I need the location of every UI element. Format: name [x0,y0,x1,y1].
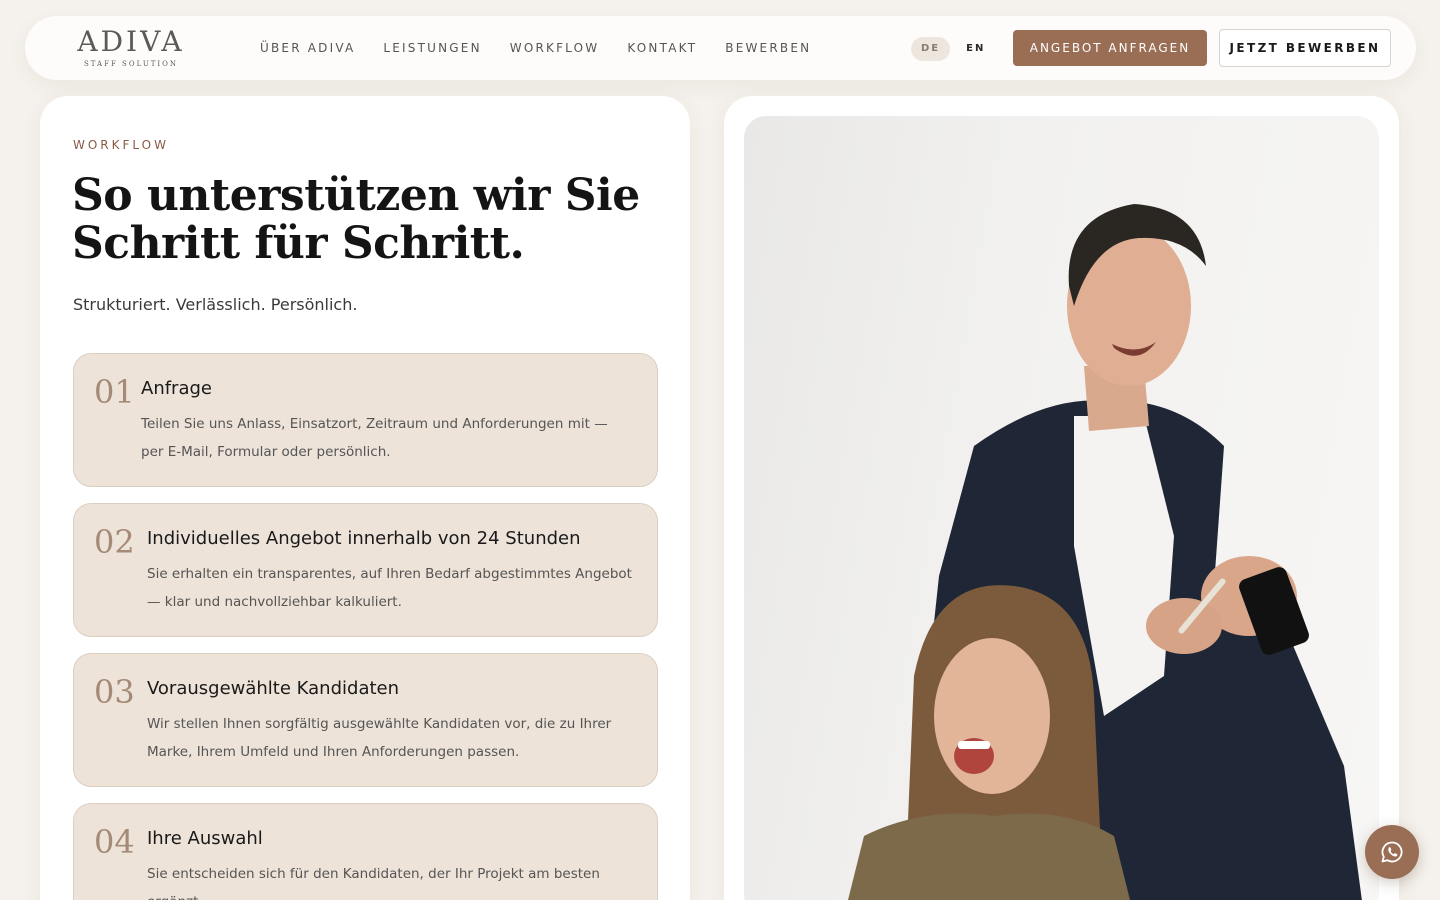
request-offer-button[interactable]: ANGEBOT ANFRAGEN [1013,30,1207,66]
lang-de-button[interactable]: DE [911,37,951,61]
nav-link-services[interactable]: LEISTUNGEN [383,40,481,56]
section-tagline: Strukturiert. Verlässlich. Persönlich. [73,295,358,314]
brand-logo[interactable]: ADIVA STAFF SOLUTION [75,26,187,72]
step-description: Sie entscheiden sich für den Kandidaten,… [147,866,600,900]
language-switcher: DE EN [911,37,995,61]
section-headline: So unterstützen wir Sie Schritt für Schr… [72,172,662,268]
step-number: 03 [94,673,135,711]
step-title: Ihre Auswahl [147,828,263,849]
whatsapp-button[interactable] [1365,825,1419,879]
brand-name: ADIVA [77,25,185,58]
nav-link-about[interactable]: ÜBER ADIVA [260,40,355,56]
headline-line-2: Schritt für Schritt. [72,218,525,269]
step-title: Anfrage [141,378,212,399]
step-description: Teilen Sie uns Anlass, Einsatzort, Zeitr… [141,416,608,460]
step-title: Individuelles Angebot innerhalb von 24 S… [147,528,581,549]
workflow-step: 02 Individuelles Angebot innerhalb von 2… [73,503,658,637]
step-number: 02 [94,523,135,561]
nav-links: ÜBER ADIVA LEISTUNGEN WORKFLOW KONTAKT B… [260,40,811,56]
headline-line-1: So unterstützen wir Sie [72,170,640,221]
nav-link-apply[interactable]: BEWERBEN [725,40,811,56]
top-navbar: ADIVA STAFF SOLUTION ÜBER ADIVA LEISTUNG… [25,16,1416,80]
lang-en-button[interactable]: EN [956,37,995,61]
step-title: Vorausgewählte Kandidaten [147,678,400,699]
nav-link-workflow[interactable]: WORKFLOW [510,40,600,56]
brand-subtitle: STAFF SOLUTION [83,60,179,68]
nav-link-contact[interactable]: KONTAKT [627,40,697,56]
step-description: Sie erhalten ein transparentes, auf Ihre… [147,566,632,610]
workflow-card: WORKFLOW So unterstützen wir Sie Schritt… [40,96,690,900]
photo-illustration [848,204,1362,900]
step-number: 01 [94,373,135,411]
workflow-step: 01 Anfrage Teilen Sie uns Anlass, Einsat… [73,353,658,487]
step-number: 04 [94,823,135,861]
step-description: Wir stellen Ihnen sorgfältig ausgewählte… [147,716,612,760]
photo-card [724,96,1399,900]
workflow-step: 03 Vorausgewählte Kandidaten Wir stellen… [73,653,658,787]
whatsapp-icon [1381,841,1403,863]
team-photo [744,116,1379,900]
apply-now-button[interactable]: JETZT BEWERBEN [1219,29,1391,67]
workflow-step: 04 Ihre Auswahl Sie entscheiden sich für… [73,803,658,900]
section-eyebrow: WORKFLOW [73,138,169,152]
